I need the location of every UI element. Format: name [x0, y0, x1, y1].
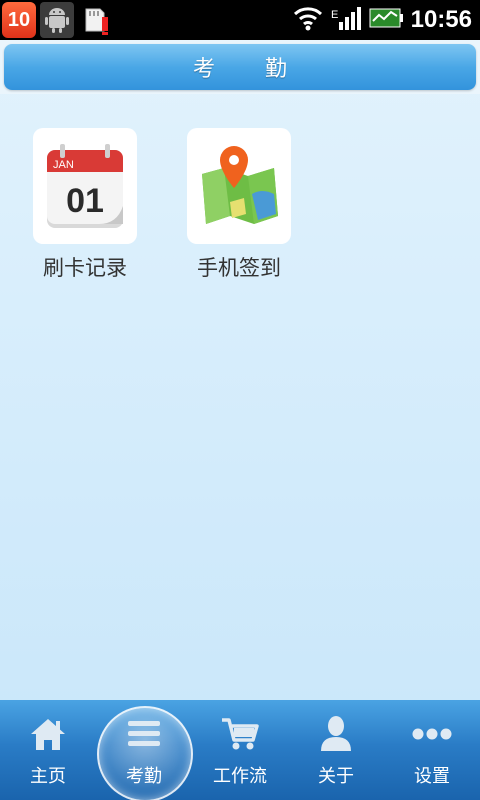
system-status: E 10:56: [293, 0, 472, 40]
page-title: 考 勤: [192, 57, 301, 82]
nav-label-workflow: 工作流: [213, 766, 267, 787]
app-screen: 10 E 10:56 考 勤 JAN 01 刷卡记录 手机签到 主页 考勤 工作…: [0, 0, 480, 800]
tile-mobile-checkin-label: 手机签到: [197, 256, 281, 280]
nav-label-attendance: 考勤: [126, 766, 162, 787]
nav-item-about[interactable]: 关于: [288, 700, 384, 800]
title-bar-background: 考 勤: [4, 44, 476, 90]
nav-label-home: 主页: [30, 766, 66, 787]
menu-icon: [124, 714, 164, 754]
nav-item-attendance[interactable]: 考勤: [96, 700, 192, 800]
nav-label-settings: 设置: [414, 766, 450, 787]
android-icon: [40, 2, 74, 38]
title-bar: 考 勤: [0, 40, 480, 94]
notification-count-badge: 10: [2, 2, 36, 38]
calendar-icon: JAN 01: [47, 144, 123, 228]
nav-item-workflow[interactable]: 工作流: [192, 700, 288, 800]
home-icon: [28, 714, 68, 754]
notification-icons: 10: [2, 2, 112, 38]
nav-item-settings[interactable]: 设置: [384, 700, 480, 800]
tile-card-records[interactable]: JAN 01 刷卡记录: [10, 128, 160, 282]
signal-icon: E: [331, 4, 361, 36]
map-pin-icon: [202, 146, 278, 224]
nav-item-home[interactable]: 主页: [0, 700, 96, 800]
more-dots-icon: [412, 714, 452, 754]
clock: 10:56: [410, 6, 472, 33]
tile-mobile-checkin-icon-box[interactable]: [187, 128, 291, 244]
calendar-month-text: JAN: [53, 159, 74, 171]
wifi-icon: [293, 4, 323, 36]
person-icon: [316, 714, 356, 754]
svg-text:E: E: [331, 9, 338, 21]
status-bar: 10 E 10:56: [0, 0, 480, 40]
sd-card-warning-icon: [78, 2, 112, 38]
calendar-day-text: 01: [66, 182, 104, 220]
tile-mobile-checkin[interactable]: 手机签到: [164, 128, 314, 282]
cart-icon: [220, 714, 260, 754]
tile-card-records-icon-box[interactable]: JAN 01: [33, 128, 137, 244]
battery-charging-icon: [369, 7, 403, 33]
tile-card-records-label: 刷卡记录: [43, 256, 127, 280]
nav-label-about: 关于: [318, 766, 354, 787]
